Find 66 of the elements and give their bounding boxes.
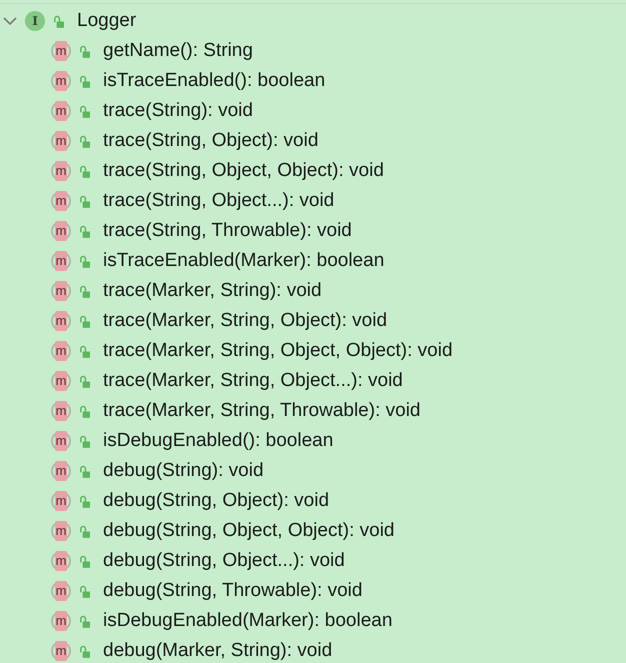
method-signature[interactable]: debug(String, Object, Object): void	[103, 520, 394, 542]
method-signature[interactable]: isDebugEnabled(): boolean	[103, 430, 334, 452]
method-signature[interactable]: isDebugEnabled(Marker): boolean	[103, 610, 392, 632]
method-signature[interactable]: getName(): String	[103, 40, 253, 62]
method-icon: m	[51, 161, 71, 181]
padlock-icon	[79, 314, 90, 328]
padlock-icon	[79, 254, 90, 268]
padlock-icon	[79, 584, 90, 598]
padlock-icon	[79, 134, 90, 148]
padlock-icon	[79, 644, 90, 658]
method-icon: m	[51, 251, 71, 271]
method-icon: m	[51, 431, 71, 451]
method-icon: m	[51, 131, 71, 151]
method-icon: m	[51, 641, 71, 661]
method-signature[interactable]: trace(String, Object): void	[103, 130, 318, 152]
method-signature[interactable]: trace(Marker, String): void	[103, 280, 322, 302]
method-signature[interactable]: debug(String): void	[103, 460, 264, 482]
padlock-icon	[79, 554, 90, 568]
padlock-icon	[79, 434, 90, 448]
method-icon: m	[51, 551, 71, 571]
padlock-icon	[53, 14, 64, 28]
method-signature[interactable]: trace(String, Object...): void	[103, 190, 334, 212]
method-signature[interactable]: trace(String, Throwable): void	[103, 220, 352, 242]
padlock-icon	[79, 344, 90, 358]
method-signature[interactable]: trace(Marker, String, Object...): void	[103, 370, 403, 392]
interface-icon: I	[25, 11, 45, 31]
method-icon: m	[51, 341, 71, 361]
padlock-icon	[79, 464, 90, 478]
method-signature[interactable]: trace(String, Object, Object): void	[103, 160, 384, 182]
padlock-icon	[79, 74, 90, 88]
method-signature[interactable]: debug(String, Object): void	[103, 490, 330, 512]
method-icon: m	[51, 401, 71, 421]
method-icon: m	[51, 521, 71, 541]
padlock-icon	[79, 404, 90, 418]
method-signature[interactable]: trace(String): void	[103, 100, 253, 122]
method-icon: m	[51, 581, 71, 601]
interface-name[interactable]: Logger	[77, 10, 136, 32]
method-icon: m	[51, 281, 71, 301]
method-signature[interactable]: debug(String, Object...): void	[103, 550, 345, 572]
method-icon: m	[51, 71, 71, 91]
method-signature[interactable]: trace(Marker, String, Throwable): void	[103, 400, 420, 422]
padlock-icon	[79, 494, 90, 508]
padlock-icon	[79, 224, 90, 238]
method-signature[interactable]: isTraceEnabled(): boolean	[103, 70, 326, 92]
method-icon: m	[51, 371, 71, 391]
padlock-icon	[79, 44, 90, 58]
method-icon: m	[51, 311, 71, 331]
method-signature[interactable]: debug(Marker, String): void	[103, 640, 332, 662]
method-icon: m	[51, 101, 71, 121]
method-icon: m	[51, 221, 71, 241]
method-signature[interactable]: debug(String, Throwable): void	[103, 580, 362, 602]
padlock-icon	[79, 284, 90, 298]
method-icon: m	[51, 611, 71, 631]
padlock-icon	[79, 524, 90, 538]
padlock-icon	[79, 374, 90, 388]
padlock-icon	[79, 614, 90, 628]
padlock-icon	[79, 104, 90, 118]
padlock-icon	[79, 194, 90, 208]
padlock-icon	[79, 164, 90, 178]
method-icon: m	[51, 41, 71, 61]
method-signature[interactable]: trace(Marker, String, Object): void	[103, 310, 388, 332]
method-icon: m	[51, 191, 71, 211]
method-icon: m	[51, 461, 71, 481]
method-icon: m	[51, 491, 71, 511]
method-signature[interactable]: trace(Marker, String, Object, Object): void	[103, 340, 453, 362]
method-signature[interactable]: isTraceEnabled(Marker): boolean	[103, 250, 384, 272]
